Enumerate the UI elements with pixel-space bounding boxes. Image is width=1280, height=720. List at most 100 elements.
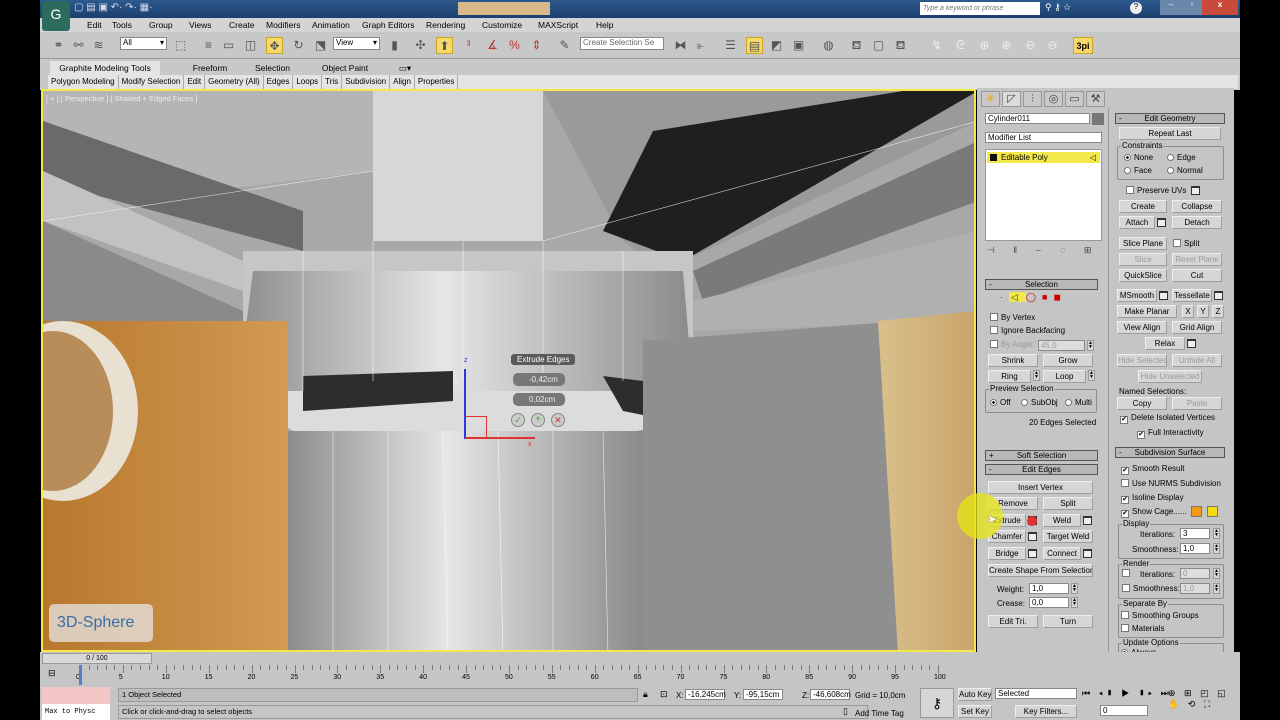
object-color-swatch[interactable] <box>1092 113 1104 125</box>
script-result-field[interactable] <box>42 687 110 704</box>
connect-button[interactable]: Connect <box>1043 547 1081 560</box>
copy-button[interactable]: Copy <box>1117 397 1167 410</box>
grow-button[interactable]: Grow <box>1043 354 1093 367</box>
set-key-icon[interactable]: ⚷ <box>920 688 954 718</box>
planar-z-button[interactable]: Z <box>1212 305 1224 318</box>
polygon-icon[interactable]: ■ <box>1042 292 1053 302</box>
ribbon-options-dropdown[interactable]: ▭▾ <box>395 61 415 75</box>
select-and-scale-icon[interactable]: ⬔ <box>312 37 329 54</box>
menu-rendering[interactable]: Rendering <box>426 20 465 30</box>
collapse-button[interactable]: Collapse <box>1172 200 1222 213</box>
absolute-mode-icon[interactable]: ⊡ <box>660 689 668 700</box>
render-iterations-checkbox[interactable] <box>1122 569 1133 579</box>
ribbon-panel-polygon-modeling[interactable]: Polygon Modeling <box>48 75 119 89</box>
help-button[interactable]: ? <box>1130 2 1142 14</box>
edit-named-selection-icon[interactable]: ✎ <box>556 37 573 54</box>
motion-tab-icon[interactable]: ◎ <box>1044 91 1063 107</box>
selection-rollout[interactable]: - Selection <box>985 279 1098 290</box>
turn-button[interactable]: Turn <box>1043 615 1093 628</box>
viewport-navigation-icons[interactable]: ⊕ ⊞ ◰ ◱ ✋ ⟲ ⛶ <box>1168 688 1229 710</box>
rectangular-selection-icon[interactable]: ▭ <box>220 37 237 54</box>
caddy-ok-button[interactable]: ✓ <box>511 413 525 427</box>
utilities-tab-icon[interactable]: ⚒ <box>1086 91 1105 107</box>
connect-settings-icon[interactable] <box>1083 549 1092 558</box>
subdivision-surface-rollout[interactable]: - Subdivision Surface <box>1115 447 1225 458</box>
menu-animation[interactable]: Animation <box>312 20 350 30</box>
menu-views[interactable]: Views <box>189 20 212 30</box>
menu-help[interactable]: Help <box>596 20 613 30</box>
search-input[interactable] <box>920 2 1040 15</box>
menu-create[interactable]: Create <box>229 20 255 30</box>
angle-spinner[interactable]: ▲ ▼ <box>1087 340 1094 351</box>
layer-manager-icon[interactable]: ☰ <box>722 37 739 54</box>
preserve-uvs-settings-icon[interactable] <box>1191 186 1200 195</box>
target-weld-button[interactable]: Target Weld <box>1043 530 1093 543</box>
weld-button[interactable]: Weld <box>1043 514 1081 527</box>
cut-button[interactable]: Cut <box>1172 269 1222 282</box>
select-by-name-icon[interactable]: ≡ <box>200 37 217 54</box>
render-iterations-field[interactable]: 0 <box>1180 568 1210 579</box>
menu-customize[interactable]: Customize <box>482 20 522 30</box>
full-interactivity-checkbox[interactable]: ✔ Full Interactivity <box>1137 428 1204 439</box>
iterations-field[interactable]: 3 <box>1180 528 1210 539</box>
viewport-label[interactable]: [ + ] [ Perspective ] [ Shaded + Edged F… <box>46 94 197 103</box>
loop-spinner[interactable]: ▲ ▼ <box>1088 370 1095 381</box>
bind-space-warp-icon[interactable]: ≋ <box>90 37 107 54</box>
search-tools-icons[interactable]: ⚲ ⚷ ☆ <box>1045 2 1071 13</box>
spinner-snap-icon[interactable]: ⇕ <box>528 37 545 54</box>
edge-icon[interactable]: ◁ <box>1009 292 1026 302</box>
perspective-viewport[interactable]: [ + ] [ Perspective ] [ Shaded + Edged F… <box>41 89 976 652</box>
slice-button[interactable]: Slice <box>1119 253 1167 266</box>
unhide-all-button[interactable]: Unhide All <box>1172 354 1222 367</box>
caddy-cancel-button[interactable]: ✕ <box>551 413 565 427</box>
key-mode-dropdown[interactable]: Selected <box>995 688 1077 699</box>
window-crossing-icon[interactable]: ◫ <box>242 37 259 54</box>
schematic-view-icon[interactable]: ▣ <box>790 37 807 54</box>
ribbon-panel-subdivision[interactable]: Subdivision <box>342 75 391 89</box>
constraint-edge-radio[interactable]: Edge <box>1167 153 1196 163</box>
hide-unselected-button[interactable]: Hide Unselected <box>1138 370 1202 383</box>
tessellate-settings-icon[interactable] <box>1214 291 1223 300</box>
grid-align-button[interactable]: Grid Align <box>1172 321 1222 334</box>
plugin-add-icon[interactable]: ⊕ <box>998 37 1015 54</box>
keyboard-shortcut-override-icon[interactable]: ⬆ <box>436 37 453 54</box>
bridge-button[interactable]: Bridge <box>988 547 1026 560</box>
angle-snap-icon[interactable]: ∡ <box>484 37 501 54</box>
percent-snap-icon[interactable]: % <box>506 37 523 54</box>
constraint-none-radio[interactable]: None <box>1124 153 1153 163</box>
msmooth-settings-icon[interactable] <box>1159 291 1168 300</box>
constraint-normal-radio[interactable]: Normal <box>1167 166 1203 176</box>
make-planar-button[interactable]: Make Planar <box>1117 305 1177 318</box>
crease-spinner[interactable]: ▲ ▼ <box>1071 597 1078 608</box>
time-slider[interactable]: 0 / 100 <box>42 653 152 664</box>
materials-checkbox[interactable]: Materials <box>1121 624 1164 634</box>
vertex-icon[interactable]: · <box>1000 292 1009 302</box>
attach-button[interactable]: Attach <box>1119 216 1155 229</box>
move-gizmo-x-axis[interactable] <box>465 437 535 439</box>
delete-isolated-checkbox[interactable]: ✔ Delete Isolated Vertices <box>1120 413 1215 424</box>
border-icon[interactable]: ◯ <box>1026 292 1042 302</box>
msmooth-button[interactable]: MSmooth <box>1117 289 1157 302</box>
material-editor-icon[interactable]: ◍ <box>820 37 837 54</box>
cage-color-1-swatch[interactable] <box>1191 506 1202 517</box>
menu-maxscript[interactable]: MAXScript <box>538 20 578 30</box>
ribbon-panel-edit[interactable]: Edit <box>184 75 206 89</box>
show-cage-checkbox[interactable]: ✔ Show Cage...... <box>1121 507 1187 518</box>
snaps-toggle-icon[interactable]: ³ <box>460 37 477 54</box>
manipulate-icon[interactable]: ✣ <box>412 37 429 54</box>
subobject-level-icons[interactable]: · ◁ ◯■◼ <box>1000 292 1067 303</box>
by-angle-checkbox[interactable]: By Angle: <box>990 340 1035 350</box>
menu-tools[interactable]: Tools <box>112 20 132 30</box>
rendered-frame-icon[interactable]: ▢ <box>870 37 887 54</box>
select-and-rotate-icon[interactable]: ↻ <box>290 37 307 54</box>
render-setup-icon[interactable]: ⛾ <box>848 37 865 54</box>
auto-key-button[interactable]: Auto Key <box>958 688 992 701</box>
caddy-height-field[interactable]: -0,42cm <box>513 373 565 386</box>
stack-item-editable-poly[interactable]: Editable Poly ◁ <box>987 152 1100 163</box>
smoothness-field[interactable]: 1,0 <box>1180 543 1210 554</box>
planar-y-button[interactable]: Y <box>1197 305 1209 318</box>
cage-color-2-swatch[interactable] <box>1207 506 1218 517</box>
caddy-apply-button[interactable]: + <box>531 413 545 427</box>
smoothing-groups-checkbox[interactable]: Smoothing Groups <box>1121 611 1199 621</box>
reset-plane-button[interactable]: Reset Plane <box>1172 253 1222 266</box>
